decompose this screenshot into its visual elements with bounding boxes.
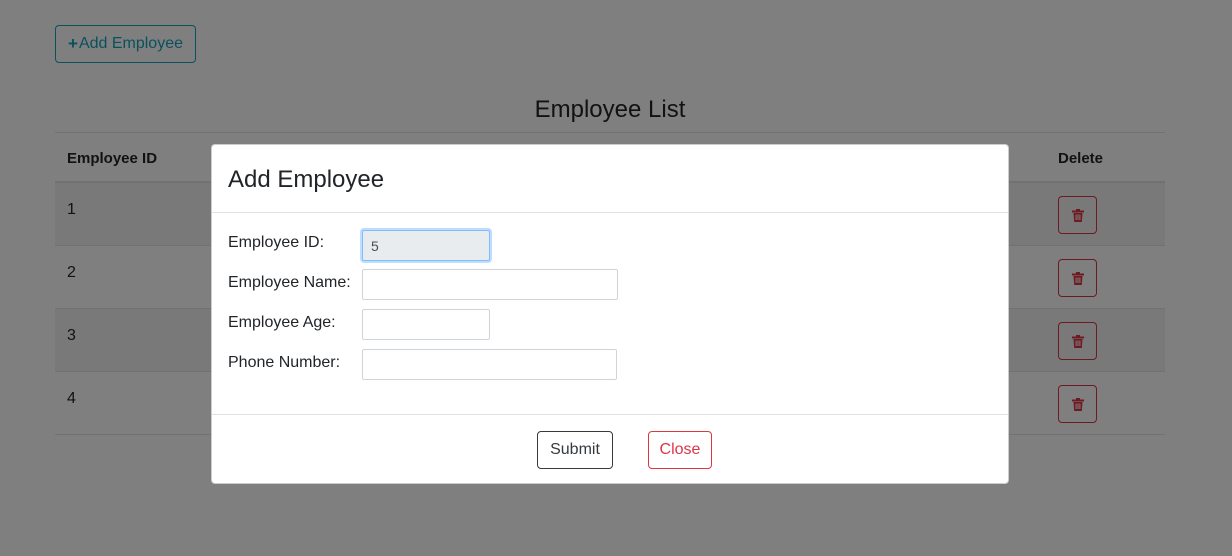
close-button[interactable]: Close <box>648 431 712 469</box>
phone-number-label: Phone Number: <box>228 354 341 371</box>
employee-age-label: Employee Age: <box>228 314 336 331</box>
submit-button[interactable]: Submit <box>537 431 613 469</box>
employee-name-field[interactable] <box>362 269 618 300</box>
modal-footer: Submit Close <box>212 414 1008 484</box>
modal-header: Add Employee <box>212 145 1008 213</box>
add-employee-modal: Add Employee Employee ID: Employee Name:… <box>211 144 1009 484</box>
modal-title: Add Employee <box>228 166 385 193</box>
employee-name-label: Employee Name: <box>228 274 351 291</box>
phone-number-field[interactable] <box>362 349 617 380</box>
modal-body: Employee ID: Employee Name: Employee Age… <box>212 213 1008 414</box>
employee-id-field[interactable] <box>362 230 490 261</box>
employee-id-label: Employee ID: <box>228 234 325 251</box>
page: + Add Employee Employee List Employee ID… <box>0 0 1232 556</box>
employee-age-field[interactable] <box>362 309 490 340</box>
